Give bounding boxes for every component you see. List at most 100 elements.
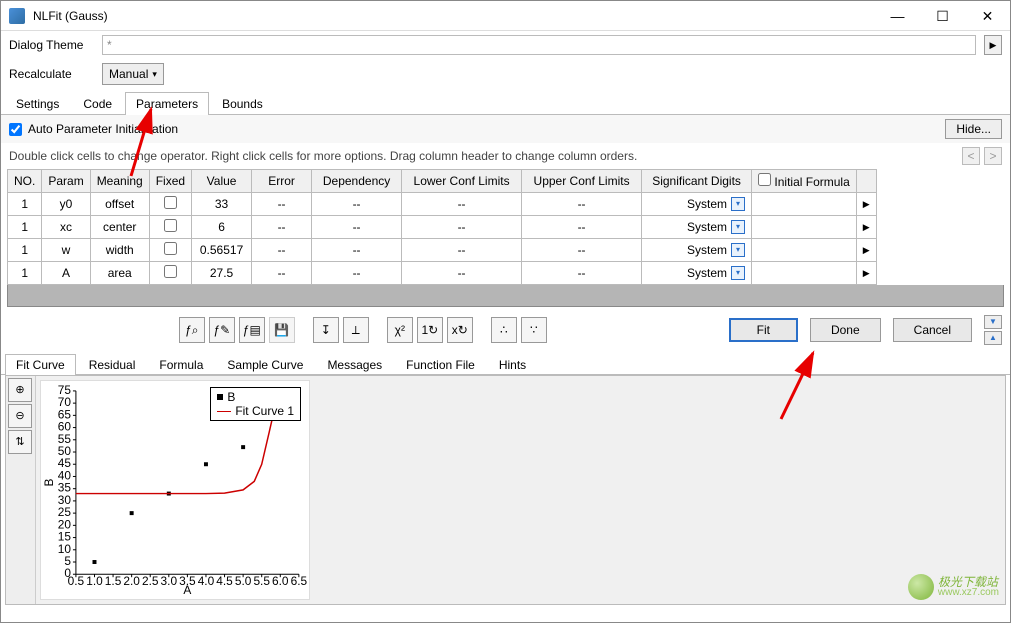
recalculate-select[interactable]: Manual ▾ [102, 63, 164, 85]
tool-init-icon[interactable]: ⟂ [343, 317, 369, 343]
tool-fx-edit-icon[interactable]: ƒ✎ [209, 317, 235, 343]
fixed-checkbox[interactable] [164, 219, 177, 232]
col-fixed[interactable]: Fixed [149, 170, 191, 193]
cell-sig[interactable]: System▾ [642, 262, 752, 285]
cell-init[interactable] [752, 262, 857, 285]
ltab-sample-curve[interactable]: Sample Curve [216, 354, 314, 375]
tab-bounds[interactable]: Bounds [211, 92, 274, 115]
preview-zoom-in-icon[interactable]: ⊕ [8, 378, 32, 402]
grid-nav-left[interactable]: < [962, 147, 980, 165]
minimize-button[interactable]: — [875, 1, 920, 31]
cell-value[interactable]: 33 [192, 193, 252, 216]
auto-init-checkbox[interactable] [9, 123, 22, 136]
cell-upper[interactable]: -- [522, 216, 642, 239]
cell-value[interactable]: 6 [192, 216, 252, 239]
sig-dropdown-icon[interactable]: ▾ [731, 266, 745, 280]
cell-no[interactable]: 1 [8, 262, 42, 285]
cell-value[interactable]: 27.5 [192, 262, 252, 285]
tool-scatter-icon[interactable]: ∴ [491, 317, 517, 343]
cell-no[interactable]: 1 [8, 239, 42, 262]
cell-dependency[interactable]: -- [312, 216, 402, 239]
col-meaning[interactable]: Meaning [90, 170, 149, 193]
cell-fixed[interactable] [149, 216, 191, 239]
cell-fixed[interactable] [149, 193, 191, 216]
col-error[interactable]: Error [252, 170, 312, 193]
expand-down-icon[interactable]: ▲ [984, 331, 1002, 345]
cell-upper[interactable]: -- [522, 262, 642, 285]
col-lower[interactable]: Lower Conf Limits [402, 170, 522, 193]
ltab-fit-curve[interactable]: Fit Curve [5, 354, 76, 375]
cell-no[interactable]: 1 [8, 216, 42, 239]
param-row[interactable]: 1 y0 offset 33 -- -- -- -- System▾ ▶ [8, 193, 877, 216]
cell-row-menu[interactable]: ▶ [856, 216, 876, 239]
dialog-theme-field[interactable] [102, 35, 976, 55]
tool-fx-new-icon[interactable]: ƒ▤ [239, 317, 265, 343]
tool-itern-icon[interactable]: x↻ [447, 317, 473, 343]
cell-param[interactable]: xc [42, 216, 90, 239]
cell-fixed[interactable] [149, 262, 191, 285]
sig-dropdown-icon[interactable]: ▾ [731, 220, 745, 234]
col-param[interactable]: Param [42, 170, 90, 193]
tool-sort-icon[interactable]: ↧ [313, 317, 339, 343]
cell-init[interactable] [752, 239, 857, 262]
init-formula-header-checkbox[interactable] [758, 173, 771, 186]
cell-row-menu[interactable]: ▶ [856, 239, 876, 262]
cell-sig[interactable]: System▾ [642, 193, 752, 216]
preview-zoom-out-icon[interactable]: ⊖ [8, 404, 32, 428]
preview-rescale-icon[interactable]: ⇅ [8, 430, 32, 454]
col-sig[interactable]: Significant Digits [642, 170, 752, 193]
cell-lower[interactable]: -- [402, 239, 522, 262]
tab-settings[interactable]: Settings [5, 92, 70, 115]
maximize-button[interactable]: ☐ [920, 1, 965, 31]
tab-code[interactable]: Code [72, 92, 123, 115]
fit-button[interactable]: Fit [729, 318, 798, 342]
sig-dropdown-icon[interactable]: ▾ [731, 197, 745, 211]
fixed-checkbox[interactable] [164, 265, 177, 278]
cell-meaning[interactable]: offset [90, 193, 149, 216]
ltab-formula[interactable]: Formula [148, 354, 214, 375]
col-no[interactable]: NO. [8, 170, 42, 193]
cell-error[interactable]: -- [252, 193, 312, 216]
cell-fixed[interactable] [149, 239, 191, 262]
cell-lower[interactable]: -- [402, 193, 522, 216]
cell-meaning[interactable]: area [90, 262, 149, 285]
param-row[interactable]: 1 A area 27.5 -- -- -- -- System▾ ▶ [8, 262, 877, 285]
cell-dependency[interactable]: -- [312, 193, 402, 216]
fixed-checkbox[interactable] [164, 242, 177, 255]
cell-no[interactable]: 1 [8, 193, 42, 216]
col-value[interactable]: Value [192, 170, 252, 193]
cell-sig[interactable]: System▾ [642, 239, 752, 262]
tool-iter1-icon[interactable]: 1↻ [417, 317, 443, 343]
ltab-messages[interactable]: Messages [316, 354, 393, 375]
cell-upper[interactable]: -- [522, 193, 642, 216]
param-row[interactable]: 1 w width 0.56517 -- -- -- -- System▾ ▶ [8, 239, 877, 262]
cell-dependency[interactable]: -- [312, 239, 402, 262]
cancel-button[interactable]: Cancel [893, 318, 972, 342]
cell-init[interactable] [752, 193, 857, 216]
cell-row-menu[interactable]: ▶ [856, 262, 876, 285]
cell-param[interactable]: w [42, 239, 90, 262]
fixed-checkbox[interactable] [164, 196, 177, 209]
param-row[interactable]: 1 xc center 6 -- -- -- -- System▾ ▶ [8, 216, 877, 239]
tool-fx-search-icon[interactable]: ƒ⌕ [179, 317, 205, 343]
cell-param[interactable]: A [42, 262, 90, 285]
grid-nav-right[interactable]: > [984, 147, 1002, 165]
col-upper[interactable]: Upper Conf Limits [522, 170, 642, 193]
parameter-table[interactable]: NO. Param Meaning Fixed Value Error Depe… [7, 169, 877, 285]
expand-up-icon[interactable]: ▼ [984, 315, 1002, 329]
col-dependency[interactable]: Dependency [312, 170, 402, 193]
cell-upper[interactable]: -- [522, 239, 642, 262]
tab-parameters[interactable]: Parameters [125, 92, 209, 115]
ltab-hints[interactable]: Hints [488, 354, 537, 375]
tool-scatter2-icon[interactable]: ∵ [521, 317, 547, 343]
cell-error[interactable]: -- [252, 216, 312, 239]
theme-menu-button[interactable]: ▶ [984, 35, 1002, 55]
cell-dependency[interactable]: -- [312, 262, 402, 285]
cell-value[interactable]: 0.56517 [192, 239, 252, 262]
cell-meaning[interactable]: width [90, 239, 149, 262]
cell-meaning[interactable]: center [90, 216, 149, 239]
tool-chi-icon[interactable]: χ² [387, 317, 413, 343]
sig-dropdown-icon[interactable]: ▾ [731, 243, 745, 257]
cell-sig[interactable]: System▾ [642, 216, 752, 239]
cell-param[interactable]: y0 [42, 193, 90, 216]
